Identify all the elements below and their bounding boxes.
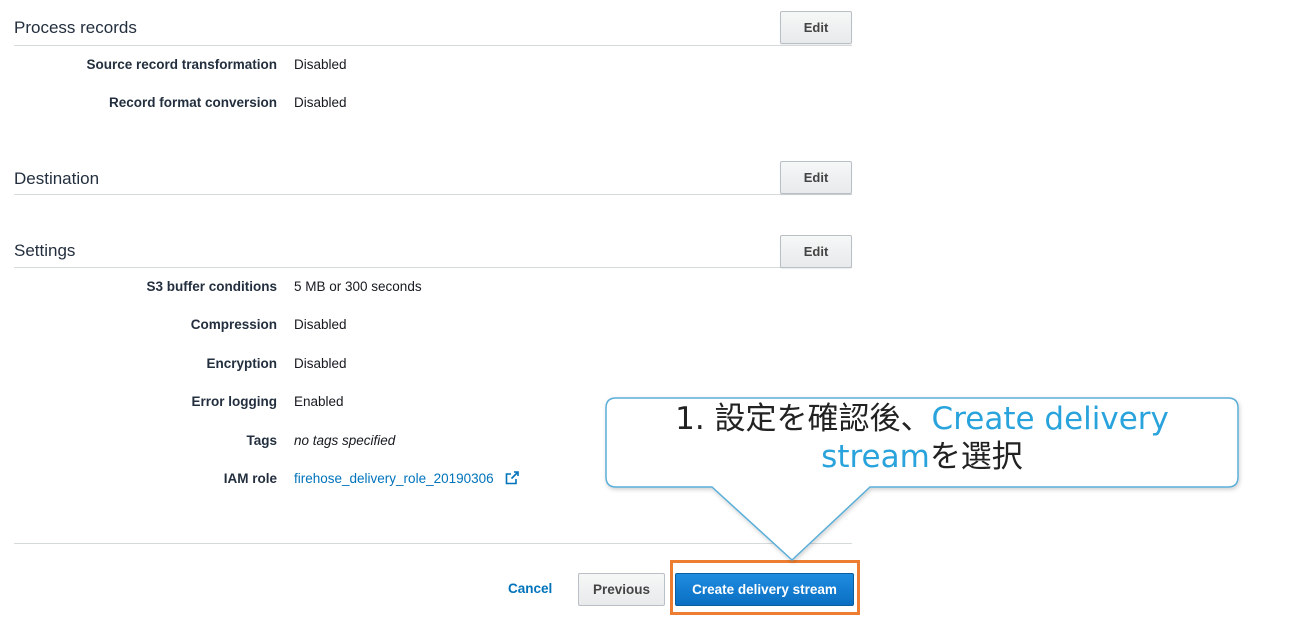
callout-bubble	[605, 397, 1239, 562]
callout-highlight-1: Create delivery	[931, 401, 1169, 437]
callout-highlight-2: stream	[821, 439, 930, 475]
callout-line-1: 1. 設定を確認後、Create delivery	[606, 400, 1238, 438]
callout-line2-suffix: を選択	[929, 439, 1023, 475]
callout-line1-prefix: 1. 設定を確認後、	[675, 401, 932, 437]
callout-text: 1. 設定を確認後、Create delivery streamを選択	[606, 400, 1238, 476]
callout-line-2: streamを選択	[606, 438, 1238, 476]
